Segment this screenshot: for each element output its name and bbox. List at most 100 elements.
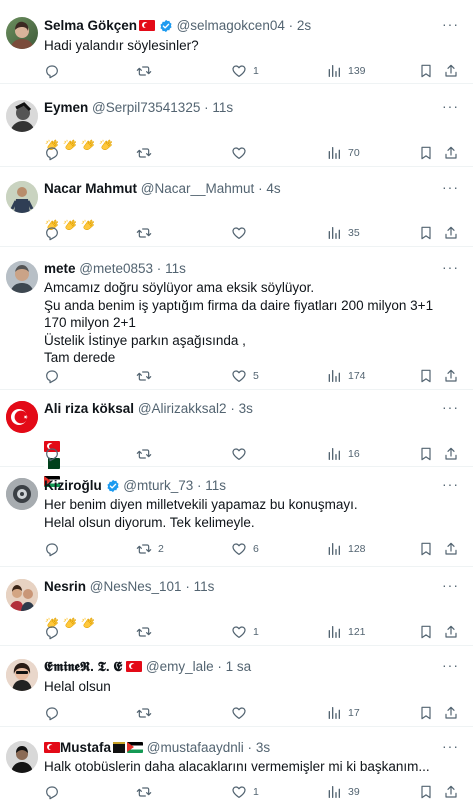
avatar[interactable] <box>6 478 38 510</box>
reply-button[interactable] <box>44 704 66 722</box>
timestamp[interactable]: 11s <box>212 100 233 115</box>
like-button[interactable] <box>231 445 253 463</box>
more-icon[interactable]: ··· <box>442 476 459 492</box>
retweet-button[interactable] <box>136 704 158 722</box>
timestamp[interactable]: 11s <box>194 579 215 594</box>
timestamp[interactable]: 11s <box>165 261 186 276</box>
bookmark-button[interactable] <box>418 783 434 801</box>
retweet-button[interactable] <box>136 445 158 463</box>
handle[interactable]: @mustafaaydnli <box>147 740 244 755</box>
more-icon[interactable]: ··· <box>442 399 459 415</box>
like-button[interactable]: 5 <box>231 367 259 385</box>
retweet-button[interactable] <box>136 62 158 80</box>
views-button[interactable]: 121 <box>326 623 366 641</box>
handle[interactable]: @NesNes_101 <box>90 579 182 594</box>
handle[interactable]: @Serpil73541325 <box>92 100 200 115</box>
display-name[interactable]: 𝕰𝖒𝖎𝖓𝖊𝕽. 𝕿. 𝕰 <box>44 659 122 674</box>
views-button[interactable]: 35 <box>326 224 360 242</box>
handle[interactable]: @mete0853 <box>79 261 153 276</box>
display-name[interactable]: Selma Gökçen <box>44 18 137 33</box>
display-name[interactable]: Eymen <box>44 100 88 115</box>
more-icon[interactable]: ··· <box>442 16 459 32</box>
tweet-item[interactable]: 𝕰𝖒𝖎𝖓𝖊𝕽. 𝕿. 𝕰 @emy_lale · 1 sa ··· Helal … <box>0 646 473 727</box>
share-button[interactable] <box>443 783 459 801</box>
tweet-item[interactable]: Selma Gökçen @selmagokcen04 · 2s ··· Had… <box>0 0 473 84</box>
retweet-button[interactable]: 2 <box>136 540 164 558</box>
share-button[interactable] <box>443 62 459 80</box>
views-button[interactable]: 128 <box>326 540 366 558</box>
display-name[interactable]: Nacar Mahmut <box>44 181 137 196</box>
display-name[interactable]: mete <box>44 261 76 276</box>
timestamp[interactable]: 3s <box>239 401 253 416</box>
more-icon[interactable]: ··· <box>442 738 459 754</box>
reply-button[interactable] <box>44 367 66 385</box>
share-button[interactable] <box>443 144 459 162</box>
bookmark-button[interactable] <box>418 623 434 641</box>
more-icon[interactable]: ··· <box>442 577 459 593</box>
share-button[interactable] <box>443 540 459 558</box>
tweet-item[interactable]: Nacar Mahmut @Nacar__Mahmut · 4s ··· 35 <box>0 167 473 247</box>
more-icon[interactable]: ··· <box>442 98 459 114</box>
retweet-button[interactable] <box>136 783 158 801</box>
retweet-button[interactable] <box>136 144 158 162</box>
display-name[interactable]: Mustafa <box>60 740 111 755</box>
reply-button[interactable] <box>44 224 66 242</box>
bookmark-button[interactable] <box>418 445 434 463</box>
handle[interactable]: @emy_lale <box>146 659 214 674</box>
views-button[interactable]: 16 <box>326 445 360 463</box>
bookmark-button[interactable] <box>418 367 434 385</box>
timestamp[interactable]: 4s <box>266 181 280 196</box>
bookmark-button[interactable] <box>418 62 434 80</box>
more-icon[interactable]: ··· <box>442 657 459 673</box>
more-icon[interactable]: ··· <box>442 259 459 275</box>
reply-button[interactable] <box>44 62 66 80</box>
bookmark-button[interactable] <box>418 144 434 162</box>
handle[interactable]: @Nacar__Mahmut <box>141 181 255 196</box>
like-button[interactable]: 1 <box>231 783 259 801</box>
tweet-item[interactable]: Eymen @Serpil73541325 · 11s ··· 70 <box>0 84 473 167</box>
tweet-item[interactable]: mete @mete0853 · 11s ··· Amcamız doğru s… <box>0 247 473 390</box>
timestamp[interactable]: 3s <box>256 740 270 755</box>
like-button[interactable] <box>231 704 253 722</box>
views-button[interactable]: 174 <box>326 367 366 385</box>
like-button[interactable] <box>231 144 253 162</box>
share-button[interactable] <box>443 704 459 722</box>
handle[interactable]: @Alirizakksal2 <box>138 401 227 416</box>
reply-button[interactable] <box>44 783 66 801</box>
handle[interactable]: @mturk_73 <box>123 478 193 493</box>
avatar[interactable] <box>6 261 38 293</box>
reply-button[interactable] <box>44 445 66 463</box>
like-button[interactable]: 1 <box>231 623 259 641</box>
like-button[interactable] <box>231 224 253 242</box>
retweet-button[interactable] <box>136 623 158 641</box>
like-button[interactable]: 1 <box>231 62 259 80</box>
avatar[interactable] <box>6 17 38 49</box>
tweet-item[interactable]: Nesrin @NesNes_101 · 11s ··· 1 121 <box>0 567 473 646</box>
avatar[interactable] <box>6 579 38 611</box>
retweet-button[interactable] <box>136 224 158 242</box>
handle[interactable]: @selmagokcen04 <box>177 18 285 33</box>
reply-button[interactable] <box>44 144 66 162</box>
views-button[interactable]: 39 <box>326 783 360 801</box>
timestamp[interactable]: 11s <box>205 478 226 493</box>
tweet-item[interactable]: Kiziroğlu @mturk_73 · 11s ··· Her benim … <box>0 467 473 567</box>
bookmark-button[interactable] <box>418 224 434 242</box>
bookmark-button[interactable] <box>418 540 434 558</box>
timestamp[interactable]: 2s <box>297 18 311 33</box>
display-name[interactable]: Nesrin <box>44 579 86 594</box>
avatar[interactable] <box>6 181 38 213</box>
more-icon[interactable]: ··· <box>442 179 459 195</box>
reply-button[interactable] <box>44 540 66 558</box>
avatar[interactable] <box>6 100 38 132</box>
views-button[interactable]: 70 <box>326 144 360 162</box>
display-name[interactable]: Ali riza köksal <box>44 401 134 416</box>
avatar[interactable] <box>6 741 38 773</box>
share-button[interactable] <box>443 623 459 641</box>
share-button[interactable] <box>443 445 459 463</box>
like-button[interactable]: 6 <box>231 540 259 558</box>
share-button[interactable] <box>443 367 459 385</box>
tweet-item[interactable]: Ali riza köksal @Alirizakksal2 · 3s ··· … <box>0 390 473 487</box>
timestamp[interactable]: 1 sa <box>226 659 252 674</box>
reply-button[interactable] <box>44 623 66 641</box>
views-button[interactable]: 17 <box>326 704 360 722</box>
